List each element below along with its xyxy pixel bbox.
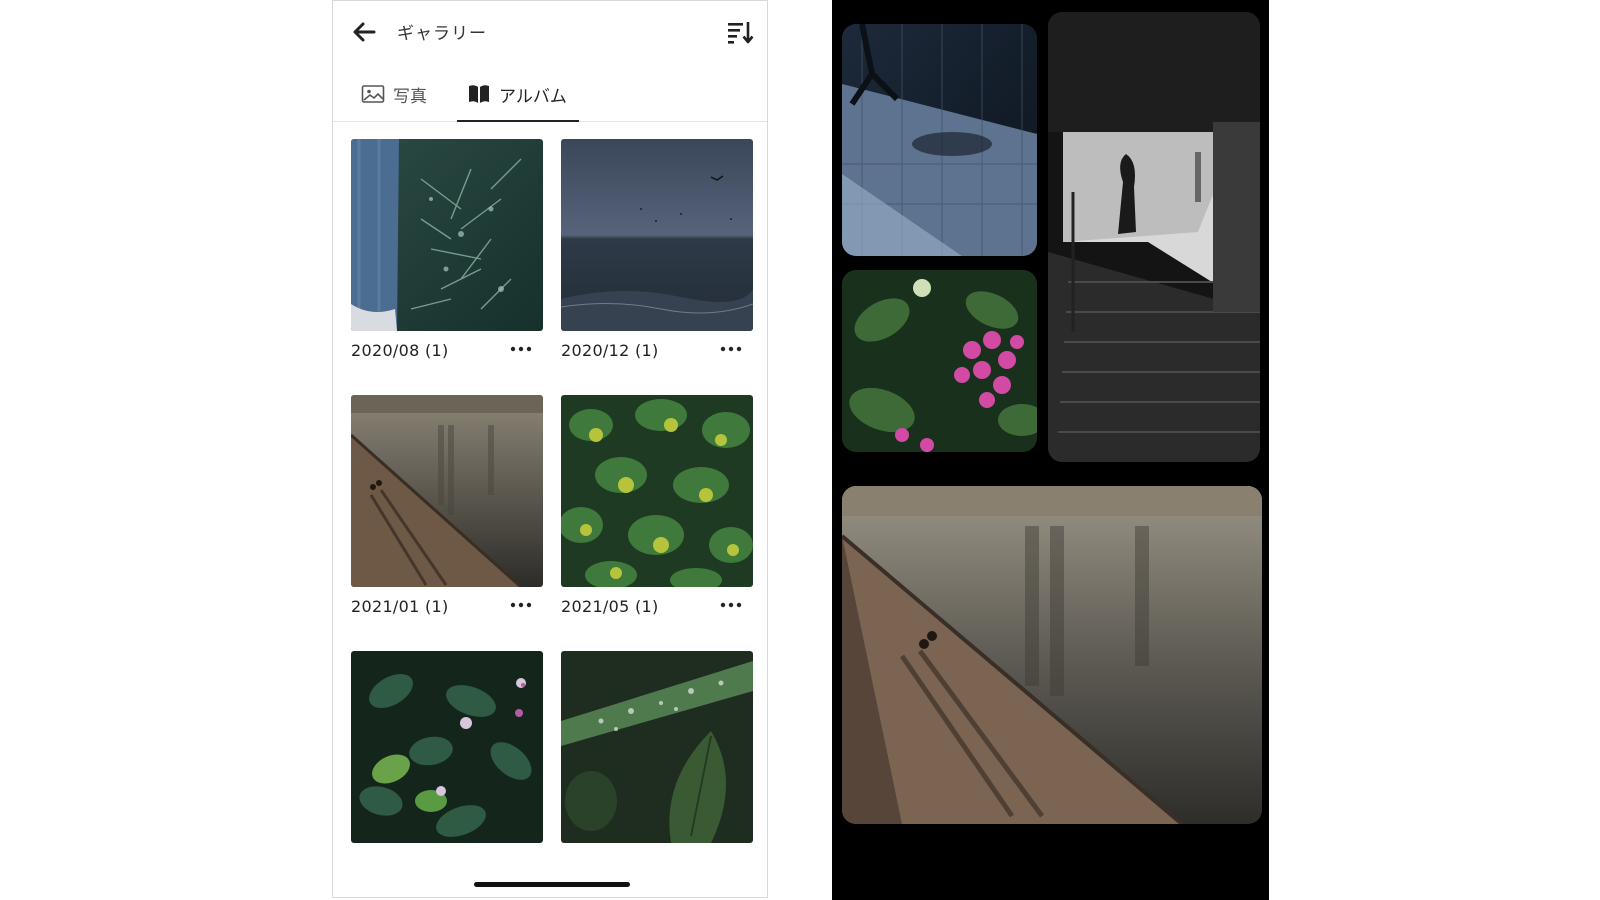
album-title: 2020/12 (1)	[561, 341, 659, 360]
tab-albums[interactable]: アルバム	[457, 67, 579, 122]
tab-photos[interactable]: 写真	[361, 67, 427, 121]
album-thumbnail[interactable]	[561, 139, 753, 331]
tab-bar: 写真 アルバム	[333, 67, 767, 122]
album-title: 2021/01 (1)	[351, 597, 449, 616]
album-thumbnail[interactable]	[351, 651, 543, 843]
top-bar: ギャラリー	[333, 1, 767, 63]
album-card: 2021/01 (1)	[351, 395, 543, 616]
album-card: 2020/08 (1)	[351, 139, 543, 360]
photo-collage-screen	[832, 0, 1269, 900]
more-icon	[510, 346, 532, 352]
home-indicator	[474, 882, 630, 887]
more-button[interactable]	[717, 593, 745, 617]
album-card: 2021/05 (1)	[561, 395, 753, 616]
photo-tile[interactable]	[842, 24, 1037, 256]
more-icon	[720, 602, 742, 608]
sort-icon	[728, 22, 754, 44]
more-button[interactable]	[507, 593, 535, 617]
album-title: 2021/05 (1)	[561, 597, 659, 616]
photo-tile[interactable]	[842, 270, 1037, 452]
album-thumbnail[interactable]	[561, 651, 753, 843]
more-icon	[510, 602, 532, 608]
back-button[interactable]	[349, 17, 379, 47]
album-thumbnail[interactable]	[351, 395, 543, 587]
tab-photos-label: 写真	[393, 86, 427, 107]
album-thumbnail[interactable]	[561, 395, 753, 587]
album-card	[561, 651, 753, 843]
album-card: 2020/12 (1)	[561, 139, 753, 360]
album-card	[351, 651, 543, 843]
photo-tile[interactable]	[842, 486, 1262, 824]
more-icon	[720, 346, 742, 352]
photo-icon	[361, 85, 385, 103]
tab-albums-label: アルバム	[499, 86, 567, 107]
book-icon	[469, 85, 489, 103]
album-title: 2020/08 (1)	[351, 341, 449, 360]
more-button[interactable]	[717, 337, 745, 361]
more-button[interactable]	[507, 337, 535, 361]
arrow-left-icon	[353, 22, 376, 42]
photo-tile[interactable]	[1048, 12, 1260, 462]
sort-button[interactable]	[725, 17, 755, 47]
page-title: ギャラリー	[397, 24, 487, 44]
gallery-screen: ギャラリー 写真 アルバム 2020/08 (1) 2020/12 (1) 20…	[332, 0, 768, 898]
album-thumbnail[interactable]	[351, 139, 543, 331]
